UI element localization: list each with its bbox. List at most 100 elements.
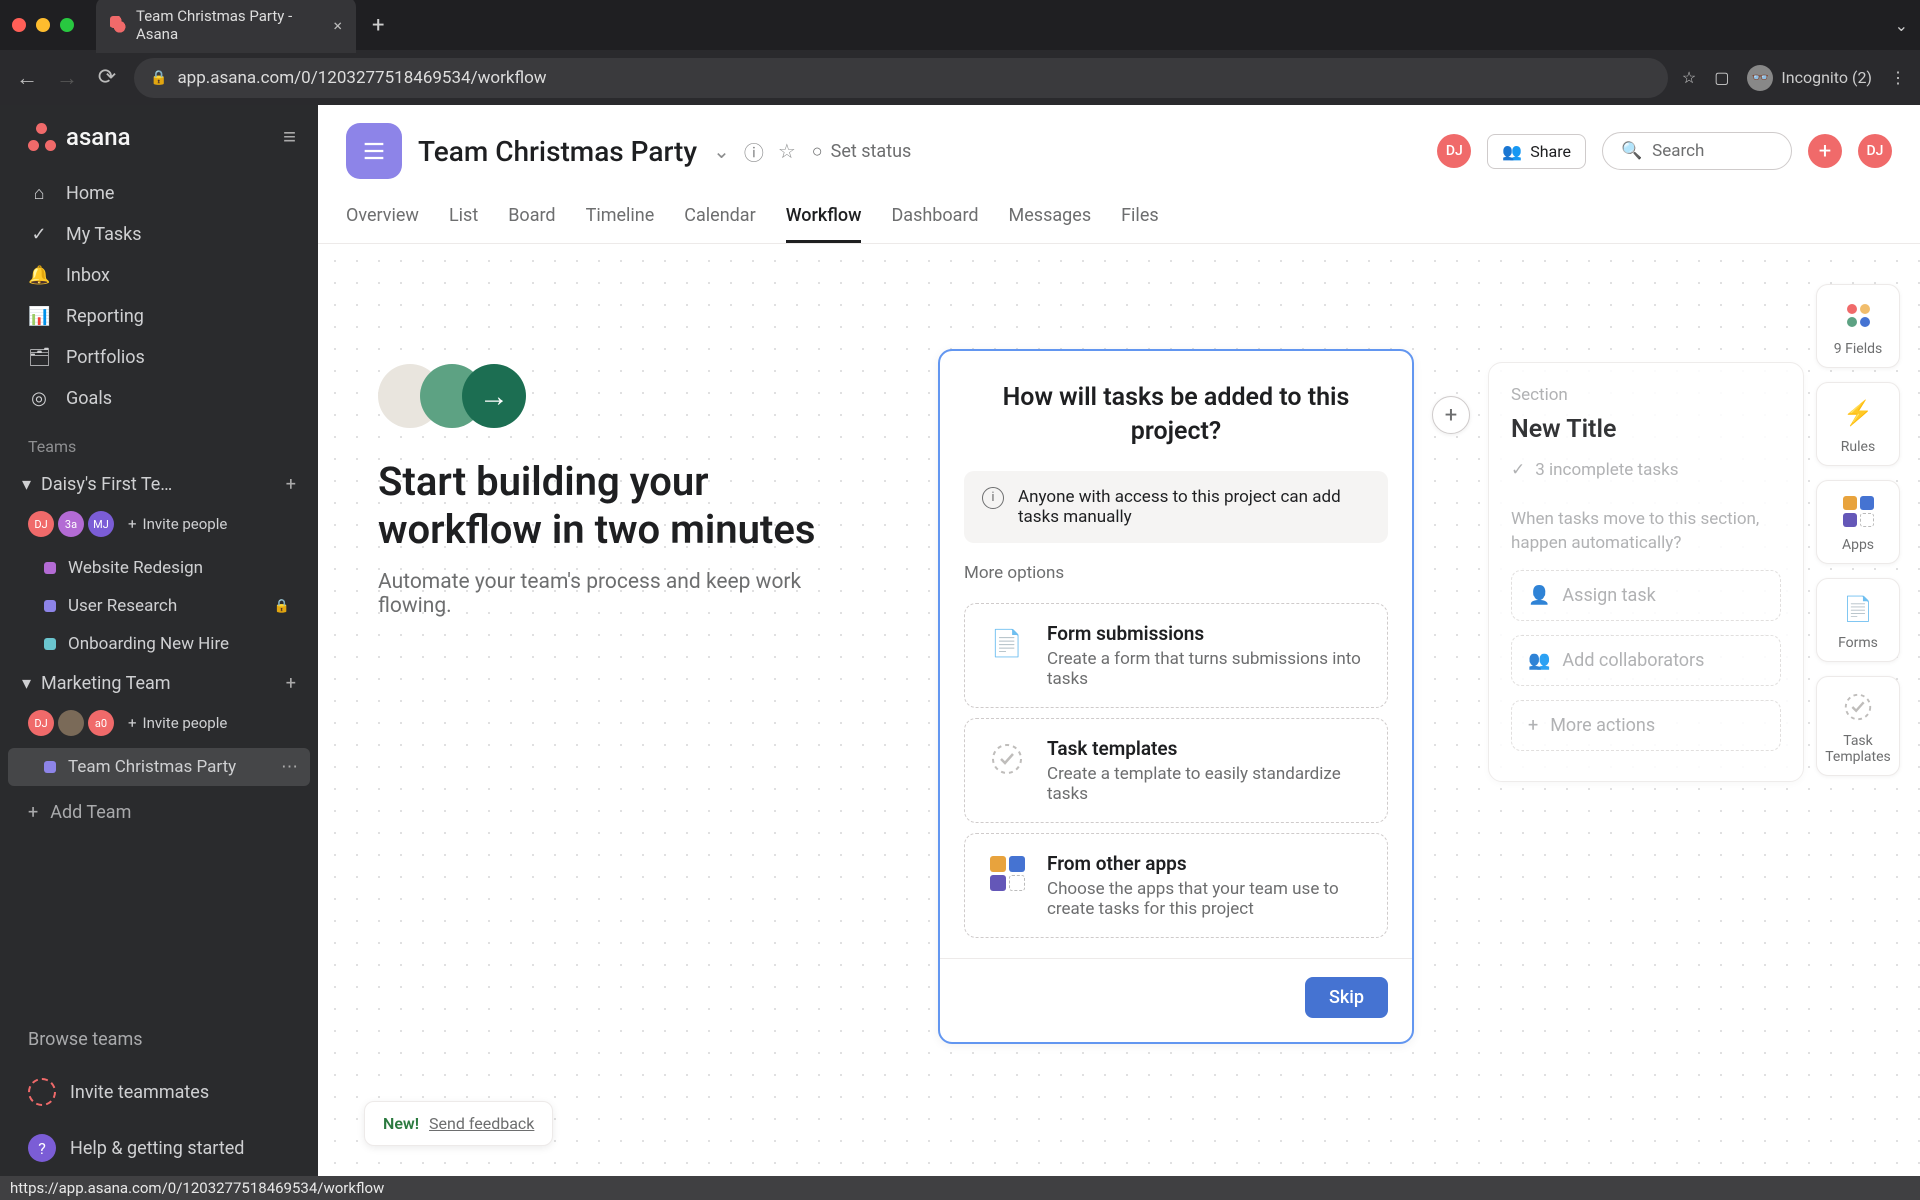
toolbox-apps[interactable]: Apps <box>1816 480 1900 564</box>
sidebar-item-my-tasks[interactable]: ✓My Tasks <box>0 214 318 255</box>
sidebar-item-home[interactable]: ⌂Home <box>0 173 318 214</box>
reload-button[interactable]: ⟳ <box>94 65 120 90</box>
more-icon[interactable]: ⋯ <box>281 757 298 777</box>
chevron-down-icon[interactable]: ▾ <box>22 673 31 694</box>
panel-icon[interactable]: ▢ <box>1714 68 1729 87</box>
project-header: Team Christmas Party ⌄ ⓘ ☆ ○ Set status … <box>318 105 1920 244</box>
share-button[interactable]: 👥Share <box>1487 134 1586 169</box>
option-task-templates[interactable]: Task templates Create a template to easi… <box>964 718 1388 823</box>
automation-prompt: When tasks move to this section, happen … <box>1511 508 1781 556</box>
search-icon: 🔍 <box>1621 141 1642 161</box>
browser-tab[interactable]: Team Christmas Party - Asana × <box>96 0 356 53</box>
check-circle-icon: ✓ <box>1511 460 1525 480</box>
incomplete-tasks-row[interactable]: ✓3 incomplete tasks <box>1511 460 1781 480</box>
project-icon[interactable] <box>346 123 402 179</box>
omni-add-button[interactable]: + <box>1808 134 1842 168</box>
avatar[interactable]: DJ <box>28 511 54 537</box>
set-status-button[interactable]: ○ Set status <box>812 141 912 162</box>
project-row[interactable]: Onboarding New Hire <box>0 625 318 663</box>
intro-heading: Start building your workflow in two minu… <box>378 458 868 554</box>
bell-icon: 🔔 <box>28 265 50 286</box>
invite-people-button[interactable]: +Invite people <box>128 515 227 533</box>
sidebar-item-reporting[interactable]: 📊Reporting <box>0 296 318 337</box>
option-more-actions[interactable]: +More actions <box>1511 700 1781 751</box>
add-section-node[interactable]: + <box>1432 396 1470 434</box>
person-icon: 👤 <box>1528 585 1550 606</box>
tab-files[interactable]: Files <box>1121 195 1159 243</box>
check-dashed-icon <box>985 737 1029 781</box>
add-to-team-icon[interactable]: + <box>286 673 296 694</box>
search-placeholder: Search <box>1652 141 1704 161</box>
address-bar[interactable]: 🔒 app.asana.com/0/1203277518469534/workf… <box>134 58 1668 98</box>
tab-close-icon[interactable]: × <box>333 16 342 35</box>
invite-people-button[interactable]: +Invite people <box>128 714 227 732</box>
toolbox-label: 9 Fields <box>1834 341 1882 357</box>
tab-calendar[interactable]: Calendar <box>684 195 755 243</box>
card-title: How will tasks be added to this project? <box>940 381 1412 449</box>
window-controls[interactable] <box>12 18 74 32</box>
tabs-dropdown-icon[interactable]: ⌄ <box>1895 16 1908 35</box>
sidebar-collapse-icon[interactable]: ≡ <box>283 124 296 150</box>
toolbox-task-templates[interactable]: Task Templates <box>1816 676 1900 776</box>
toolbox-rules[interactable]: ⚡ Rules <box>1816 382 1900 466</box>
url-text: app.asana.com/0/1203277518469534/workflo… <box>177 68 546 88</box>
chevron-down-icon[interactable]: ▾ <box>22 474 31 495</box>
workflow-canvas[interactable]: → Start building your workflow in two mi… <box>318 244 1920 1176</box>
option-form-submissions[interactable]: 📄 Form submissions Create a form that tu… <box>964 603 1388 708</box>
asana-logo[interactable]: asana <box>28 123 131 151</box>
tab-board[interactable]: Board <box>508 195 555 243</box>
project-title[interactable]: Team Christmas Party <box>418 135 697 168</box>
tab-workflow[interactable]: Workflow <box>786 195 862 243</box>
sidebar-item-portfolios[interactable]: 🗂Portfolios <box>0 337 318 378</box>
help-button[interactable]: ? Help & getting started <box>0 1120 318 1176</box>
back-button[interactable]: ← <box>14 65 40 91</box>
star-icon[interactable]: ☆ <box>778 139 796 163</box>
sidebar-item-goals[interactable]: ◎Goals <box>0 378 318 419</box>
add-team-button[interactable]: +Add Team <box>0 786 318 839</box>
skip-button[interactable]: Skip <box>1305 977 1388 1018</box>
toolbox-label: Task Templates <box>1823 733 1893 765</box>
avatar[interactable]: 3a <box>58 511 84 537</box>
chevron-down-icon[interactable]: ⌄ <box>713 139 730 163</box>
new-tab-button[interactable]: + <box>372 13 384 38</box>
invite-teammates-button[interactable]: Invite teammates <box>0 1064 318 1120</box>
project-row-active[interactable]: Team Christmas Party⋯ <box>8 748 310 786</box>
browser-menu-icon[interactable]: ⋮ <box>1890 68 1906 87</box>
tab-overview[interactable]: Overview <box>346 195 419 243</box>
minimize-window-icon[interactable] <box>36 18 50 32</box>
team-row[interactable]: ▾ Daisy's First Te… + <box>0 464 318 505</box>
user-avatar[interactable]: DJ <box>1858 134 1892 168</box>
info-icon[interactable]: ⓘ <box>744 137 764 166</box>
team-row[interactable]: ▾ Marketing Team + <box>0 663 318 704</box>
avatar[interactable] <box>58 710 84 736</box>
tab-dashboard[interactable]: Dashboard <box>891 195 978 243</box>
search-input[interactable]: 🔍 Search <box>1602 132 1792 170</box>
toolbox-fields[interactable]: 9 Fields <box>1816 284 1900 368</box>
incognito-badge[interactable]: 👓 Incognito (2) <box>1747 65 1872 91</box>
toolbox-forms[interactable]: 📄 Forms <box>1816 578 1900 662</box>
plus-icon: + <box>1528 715 1538 736</box>
close-window-icon[interactable] <box>12 18 26 32</box>
browse-teams-link[interactable]: Browse teams <box>0 1015 318 1064</box>
member-avatar[interactable]: DJ <box>1437 134 1471 168</box>
project-row[interactable]: Website Redesign <box>0 549 318 587</box>
sidebar-item-inbox[interactable]: 🔔Inbox <box>0 255 318 296</box>
send-feedback-link[interactable]: Send feedback <box>429 1114 534 1133</box>
lock-icon: 🔒 <box>150 70 167 86</box>
tab-timeline[interactable]: Timeline <box>586 195 655 243</box>
project-row[interactable]: User Research🔒 <box>0 587 318 625</box>
option-add-collaborators[interactable]: 👥Add collaborators <box>1511 635 1781 686</box>
people-icon: 👥 <box>1528 650 1550 671</box>
maximize-window-icon[interactable] <box>60 18 74 32</box>
option-from-other-apps[interactable]: From other apps Choose the apps that you… <box>964 833 1388 938</box>
option-assign-task[interactable]: 👤 Assign task <box>1511 570 1781 621</box>
option-label: Assign task <box>1562 585 1655 606</box>
avatar[interactable]: MJ <box>88 511 114 537</box>
avatar[interactable]: DJ <box>28 710 54 736</box>
tab-list[interactable]: List <box>449 195 478 243</box>
tab-messages[interactable]: Messages <box>1009 195 1092 243</box>
add-to-team-icon[interactable]: + <box>286 474 296 495</box>
bookmark-icon[interactable]: ☆ <box>1682 68 1696 87</box>
section-title[interactable]: New Title <box>1511 415 1781 444</box>
avatar[interactable]: a0 <box>88 710 114 736</box>
